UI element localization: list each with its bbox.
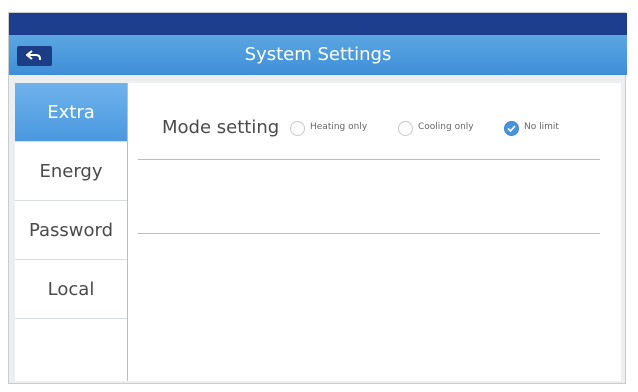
radio-label-heating-only: Heating only (310, 122, 368, 132)
radio-label-no-limit: No limit (524, 122, 559, 132)
radio-unchecked-icon (398, 121, 413, 136)
sidebar-item-extra[interactable]: Extra (15, 83, 127, 142)
radio-unchecked-icon (290, 121, 305, 136)
top-status-strip (9, 13, 627, 35)
radio-checked-icon (504, 121, 519, 136)
sidebar: Extra Energy Password Local (15, 83, 127, 381)
title-bar: System Settings (9, 35, 627, 75)
page-title: System Settings (244, 44, 392, 65)
settings-panel: Mode setting Heating only Cooling only N… (127, 83, 621, 381)
sidebar-item-energy[interactable]: Energy (15, 142, 127, 201)
divider (138, 233, 600, 234)
radio-label-cooling-only: Cooling only (418, 122, 474, 132)
sidebar-item-password[interactable]: Password (15, 201, 127, 260)
sidebar-item-local[interactable]: Local (15, 260, 127, 319)
settings-screen: System Settings Extra Energy Password Lo… (8, 12, 627, 384)
mode-setting-label: Mode setting (162, 117, 280, 138)
divider (138, 159, 600, 160)
